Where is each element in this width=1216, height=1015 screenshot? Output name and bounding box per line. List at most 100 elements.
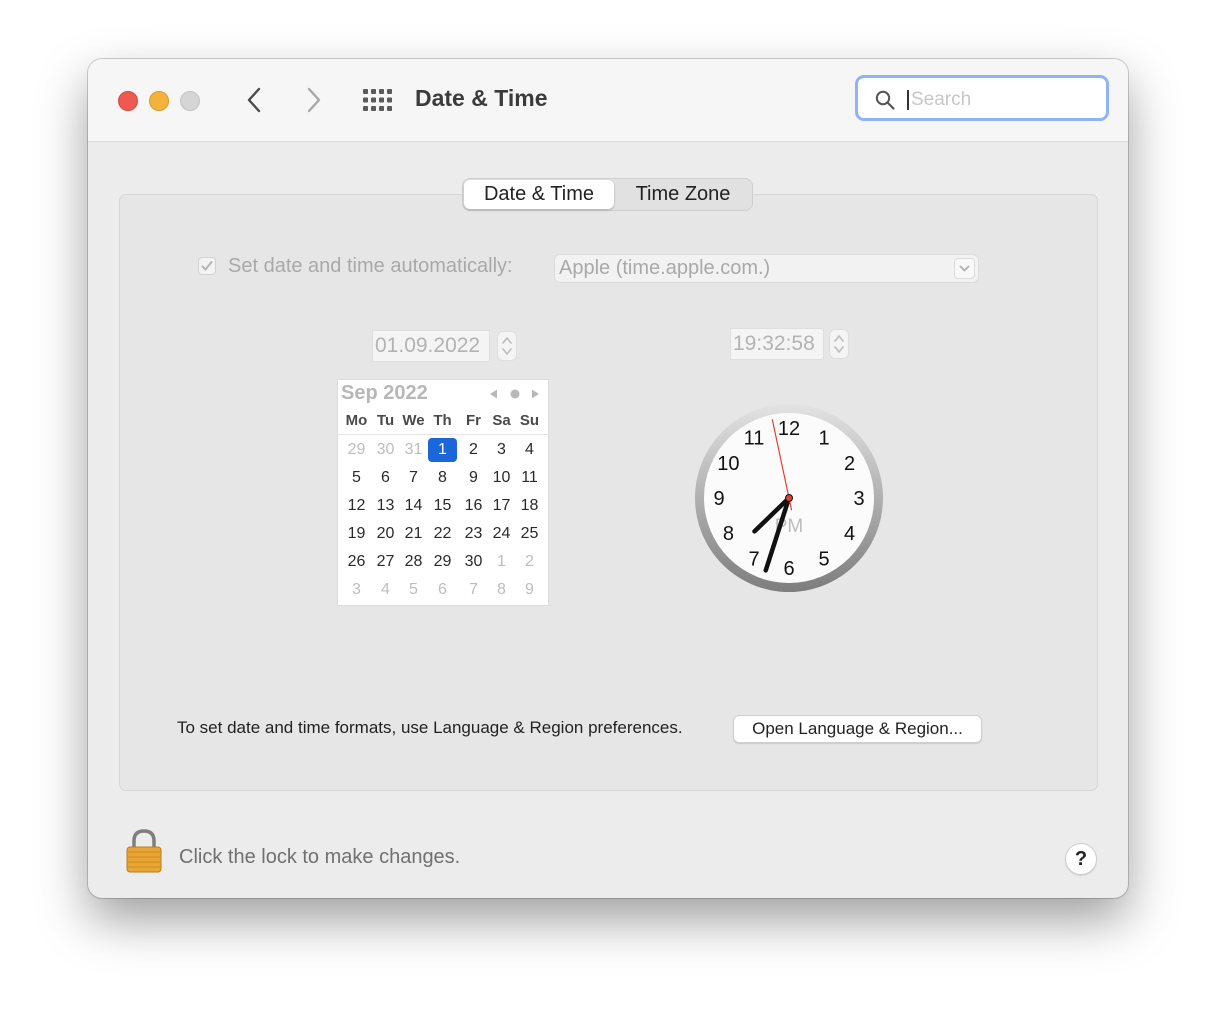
calendar-day[interactable]: 14 (399, 494, 428, 518)
search-icon (875, 90, 895, 110)
window-title: Date & Time (415, 85, 548, 111)
calendar-day[interactable]: 10 (487, 466, 516, 490)
lock-button[interactable] (126, 829, 162, 873)
calendar-day[interactable]: 24 (487, 522, 516, 546)
search-input[interactable] (909, 86, 1103, 114)
time-stepper[interactable] (829, 329, 849, 359)
previous-month-icon[interactable] (490, 389, 497, 399)
weekday-th: Th (433, 412, 452, 429)
grid-icon (363, 89, 392, 111)
clock-number: 2 (844, 453, 855, 475)
help-button[interactable]: ? (1065, 843, 1097, 875)
minimize-button[interactable] (149, 91, 169, 111)
time-field[interactable]: 19:32:58 (730, 328, 824, 360)
calendar-day[interactable]: 4 (371, 578, 400, 602)
tab-bar: Date & Time Time Zone (462, 178, 753, 211)
lock-icon (126, 829, 162, 873)
clock-number: 11 (744, 427, 765, 449)
today-dot-icon[interactable] (510, 389, 520, 399)
search-field[interactable] (855, 75, 1109, 121)
toolbar: Date & Time (88, 59, 1128, 142)
calendar-day[interactable]: 8 (487, 578, 516, 602)
clock-number: 10 (717, 453, 739, 475)
calendar-day[interactable]: 3 (487, 438, 516, 462)
calendar-day[interactable]: 26 (342, 550, 371, 574)
time-server-dropdown-button[interactable] (954, 258, 975, 279)
calendar-day[interactable]: 30 (459, 550, 488, 574)
calendar-day[interactable]: 12 (342, 494, 371, 518)
tab-date-time[interactable]: Date & Time (464, 180, 614, 209)
calendar-day[interactable]: 6 (371, 466, 400, 490)
chevron-left-icon (247, 87, 261, 113)
clock-number: 8 (723, 523, 734, 545)
calendar-day[interactable]: 21 (399, 522, 428, 546)
calendar-day[interactable]: 16 (459, 494, 488, 518)
clock-number: 12 (778, 418, 800, 440)
calendar-day[interactable]: 11 (515, 466, 544, 490)
auto-time-label: Set date and time automatically: (228, 255, 513, 277)
checkmark-icon (201, 261, 213, 271)
clock-number: 4 (844, 523, 855, 545)
calendar-day[interactable]: 4 (515, 438, 544, 462)
calendar-day[interactable]: 1 (487, 550, 516, 574)
calendar-day[interactable]: 29 (342, 438, 371, 462)
auto-time-checkbox[interactable] (198, 257, 216, 275)
calendar-day[interactable]: 5 (342, 466, 371, 490)
calendar-day[interactable]: 6 (428, 578, 457, 602)
stepper-arrows-icon (502, 337, 512, 355)
show-all-button[interactable] (362, 88, 392, 112)
tab-time-zone[interactable]: Time Zone (615, 180, 751, 209)
calendar-weekday-header: Mo Tu We Th Fr Sa Su (338, 412, 550, 432)
calendar-day[interactable]: 30 (371, 438, 400, 462)
calendar-day[interactable]: 18 (515, 494, 544, 518)
calendar-divider (338, 434, 550, 435)
calendar-day[interactable]: 5 (399, 578, 428, 602)
clock-number: 6 (783, 558, 794, 580)
calendar-day-selected[interactable]: 1 (428, 438, 457, 462)
calendar-day[interactable]: 23 (459, 522, 488, 546)
calendar-day[interactable]: 8 (428, 466, 457, 490)
stepper-arrows-icon (834, 335, 844, 353)
calendar-day[interactable]: 25 (515, 522, 544, 546)
calendar-day[interactable]: 19 (342, 522, 371, 546)
calendar-day[interactable]: 13 (371, 494, 400, 518)
calendar-day[interactable]: 28 (399, 550, 428, 574)
calendar-day[interactable]: 7 (399, 466, 428, 490)
close-button[interactable] (118, 91, 138, 111)
calendar-day[interactable]: 15 (428, 494, 457, 518)
back-button[interactable] (242, 85, 268, 115)
chevron-right-icon (307, 87, 321, 113)
date-field[interactable]: 01.09.2022 (372, 330, 490, 362)
next-month-icon[interactable] (532, 389, 539, 399)
content-panel (119, 194, 1098, 791)
calendar-day[interactable]: 31 (399, 438, 428, 462)
calendar-day[interactable]: 9 (515, 578, 544, 602)
analog-clock: 12 1234567891011 PM (695, 404, 883, 592)
weekday-fr: Fr (466, 412, 481, 429)
calendar-day[interactable]: 2 (459, 438, 488, 462)
clock-number: 9 (713, 488, 724, 510)
calendar-day[interactable]: 2 (515, 550, 544, 574)
clock-number: 3 (853, 488, 864, 510)
calendar-day[interactable]: 7 (459, 578, 488, 602)
calendar-day[interactable]: 20 (371, 522, 400, 546)
calendar-day[interactable]: 3 (342, 578, 371, 602)
calendar-day[interactable]: 9 (459, 466, 488, 490)
calendar-day[interactable]: 17 (487, 494, 516, 518)
calendar-day[interactable]: 22 (428, 522, 457, 546)
calendar-day[interactable]: 29 (428, 550, 457, 574)
clock-number: 7 (748, 549, 759, 571)
time-server-value: Apple (time.apple.com.) (559, 257, 771, 279)
clock-center-pin (785, 494, 793, 502)
date-stepper[interactable] (497, 331, 517, 361)
time-server-select[interactable]: Apple (time.apple.com.) (554, 254, 979, 283)
open-language-region-button[interactable]: Open Language & Region... (733, 715, 982, 743)
weekday-tu: Tu (376, 412, 395, 429)
formats-hint: To set date and time formats, use Langua… (177, 718, 683, 737)
calendar-day[interactable]: 27 (371, 550, 400, 574)
clock-number: 1 (818, 427, 829, 449)
zoom-button[interactable] (180, 91, 200, 111)
calendar-month-label: Sep 2022 (341, 382, 428, 404)
chevron-down-icon (959, 265, 970, 272)
forward-button[interactable] (300, 85, 326, 115)
